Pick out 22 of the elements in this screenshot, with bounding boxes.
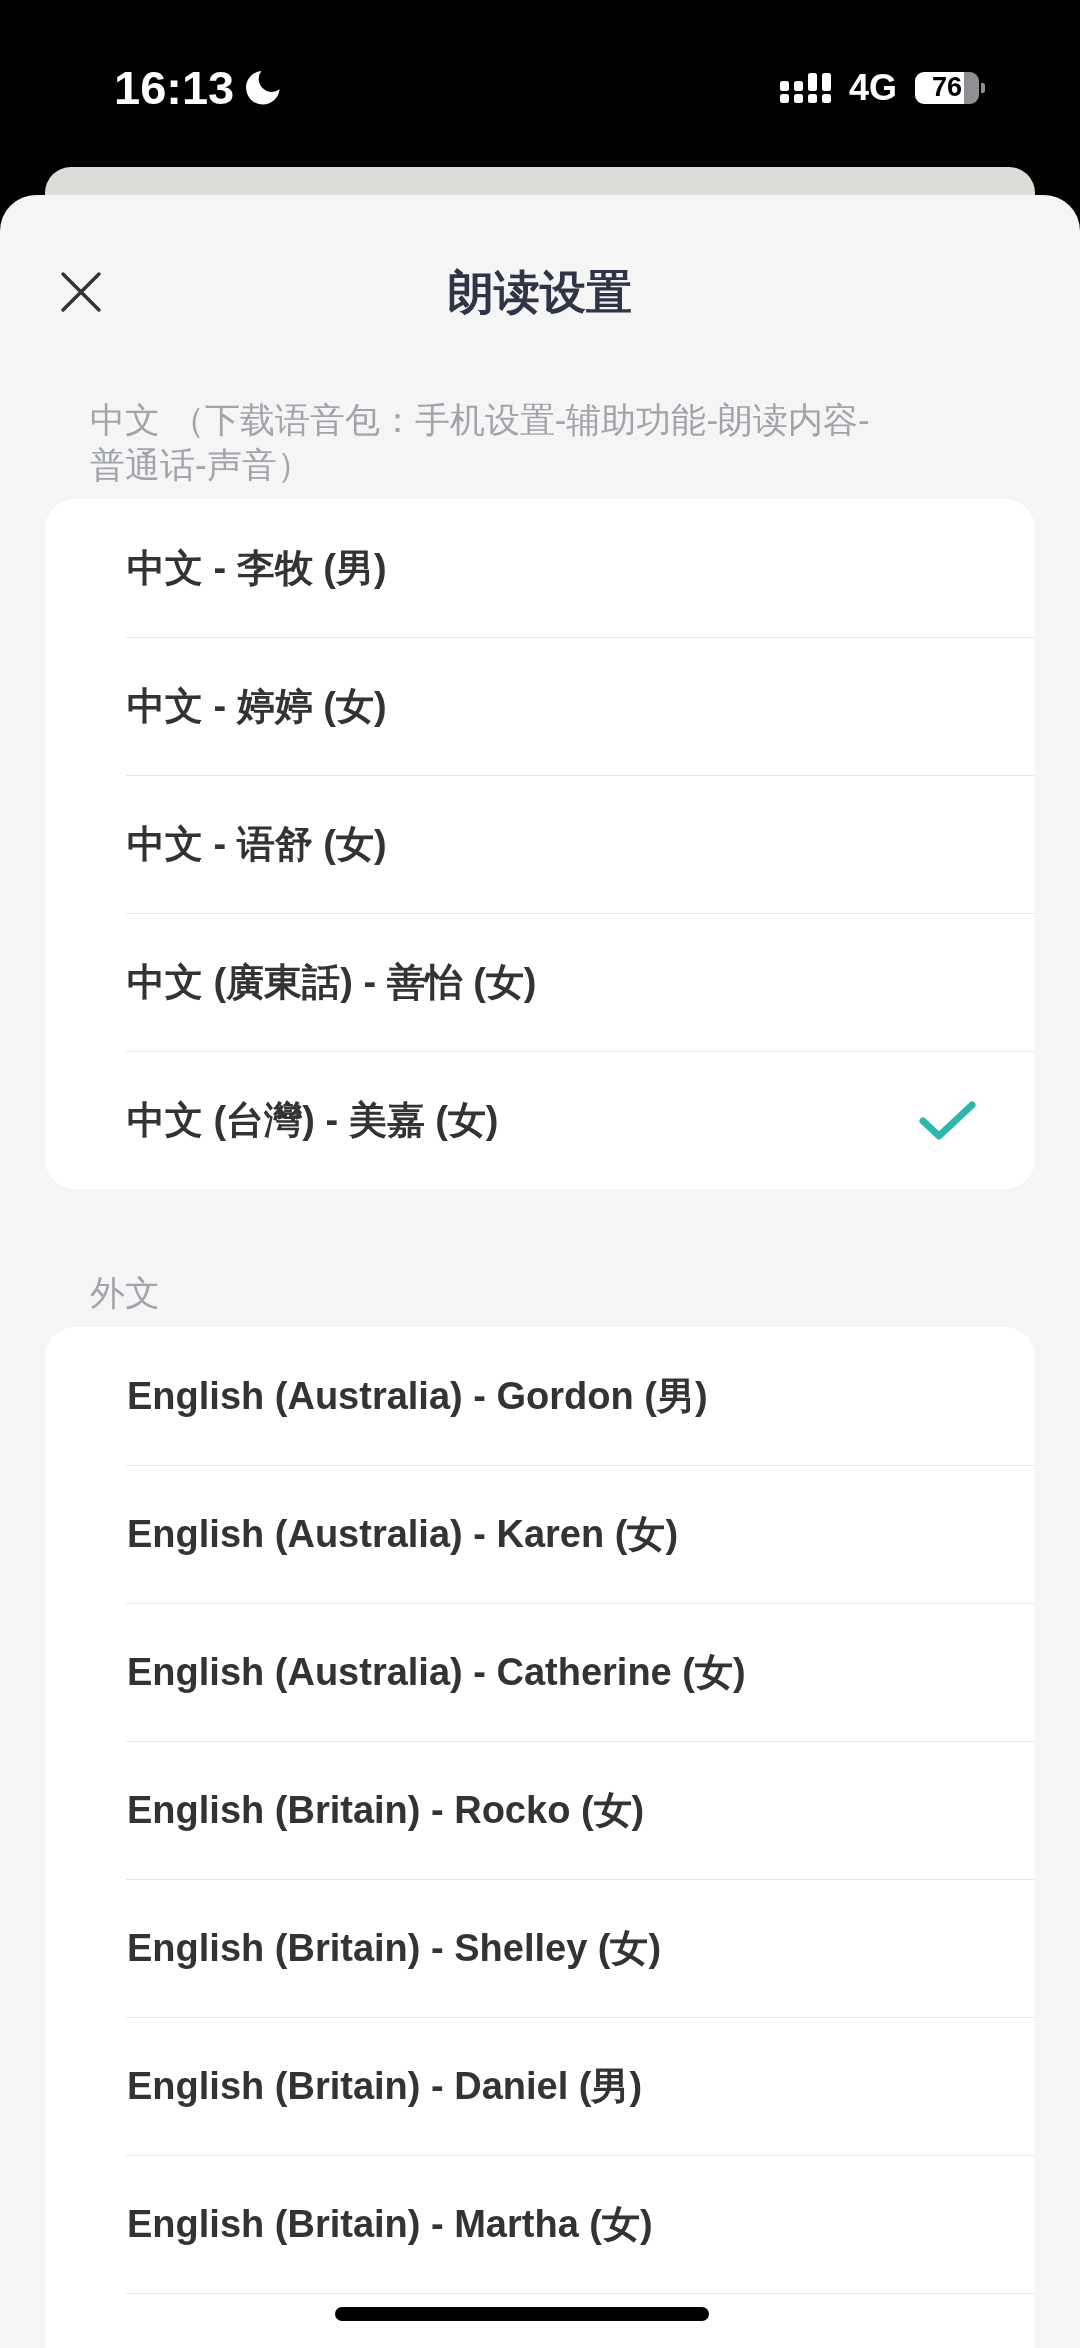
sheet-title: 朗读设置 [448, 264, 632, 320]
section-label: 外文 [90, 1272, 161, 1314]
voice-option[interactable]: 中文 (廣東話) - 善怡 (女) [126, 913, 1035, 1051]
voice-option[interactable]: English (Britain) - Shelley (女) [126, 1879, 1035, 2017]
voice-option[interactable]: English (Britain) - Martha (女) [126, 2155, 1035, 2293]
voice-option[interactable]: English (Britain) - Rocko (女) [126, 1741, 1035, 1879]
voice-option[interactable]: English (Australia) - Gordon (男) [126, 1327, 1035, 1465]
voice-option[interactable]: English (Britain) - Daniel (男) [126, 2017, 1035, 2155]
voice-option[interactable]: 中文 - 婷婷 (女) [126, 637, 1035, 775]
signal-icon [779, 72, 831, 103]
network-type: 4G [848, 69, 897, 106]
voice-option[interactable]: English (Australia) - Catherine (女) [126, 1603, 1035, 1741]
battery-percentage: 76 [931, 74, 962, 101]
voice-option[interactable]: 中文 - 语舒 (女) [126, 775, 1035, 913]
voice-option[interactable]: 中文 - 李牧 (男) [126, 499, 1035, 637]
close-button[interactable] [58, 269, 104, 315]
status-time: 16:13 [114, 64, 235, 111]
close-icon [60, 271, 102, 313]
voice-option[interactable]: 中文 (台灣) - 美嘉 (女) [126, 1051, 1035, 1189]
voice-option[interactable]: English (Australia) - Karen (女) [126, 1465, 1035, 1603]
section-label: 中文 （下载语音包：手机设置-辅助功能-朗读内容-普通话-声音） [90, 399, 871, 486]
moon-icon [246, 70, 281, 105]
